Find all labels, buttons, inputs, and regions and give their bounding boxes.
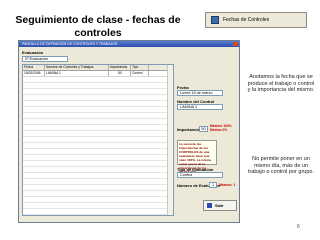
minimo-label: Mínimo 0%: [210, 128, 228, 132]
fecha-field[interactable]: Lunes 15 de marzo: [177, 90, 223, 96]
grid-header-nombre: Nombre de Controles y Trabajos: [45, 65, 109, 70]
slide-title-line1: Seguimiento de clase - fechas de: [15, 14, 181, 26]
window-title: PANTALLA DE DEFINICIÓN DE CONTROLES Y TR…: [22, 42, 118, 46]
exit-icon: [207, 203, 212, 208]
evaluation-select[interactable]: 2ª Evaluación: [22, 56, 68, 62]
close-icon[interactable]: [233, 42, 238, 46]
evaluation-label: Evaluación: [22, 50, 44, 55]
controls-window: PANTALLA DE DEFINICIÓN DE CONTROLES Y TR…: [18, 40, 240, 223]
grid-scrollbar[interactable]: [167, 65, 173, 215]
grid-cell-tipo: Control: [131, 71, 149, 76]
grid-header-fecha: Fecha: [23, 65, 45, 70]
note-dates-importance: Anotamos la fecha que se produce el trab…: [247, 74, 315, 93]
calendar-icon: [211, 16, 219, 24]
nombre-field[interactable]: LÁMINA 1: [177, 104, 223, 110]
controls-grid[interactable]: Fecha Nombre de Controles y Trabajos Imp…: [22, 64, 174, 216]
numero-max-label: Máximo: 1: [219, 183, 236, 187]
grid-cell-importancia: 50: [109, 71, 131, 76]
importancia-label: Importancia: [177, 127, 200, 132]
grid-header-extra: [149, 65, 169, 70]
window-titlebar: PANTALLA DE DEFINICIÓN DE CONTROLES Y TR…: [19, 41, 239, 47]
exit-button[interactable]: Salir: [203, 200, 237, 211]
importancia-field[interactable]: 50: [199, 126, 208, 132]
fechas-controles-label: Fechas de Controles: [223, 17, 270, 23]
exit-label: Salir: [215, 203, 224, 208]
note-one-per-day: No permite poner en un mismo día, más de…: [247, 156, 315, 175]
grid-header-importancia: Importancia: [109, 65, 131, 70]
grid-header-tipo: Tipo: [131, 65, 149, 70]
grid-cell-fecha: 15/02/2006: [23, 71, 45, 76]
grid-cell-nombre: LÁMINA 1: [45, 71, 109, 76]
slide-title: Seguimiento de clase - fechas de control…: [8, 14, 188, 40]
numero-field[interactable]: 1: [209, 182, 217, 188]
grid-cell-extra: [149, 71, 169, 76]
fechas-controles-button[interactable]: Fechas de Controles: [205, 12, 307, 28]
importance-info-box: La suma de las Importancias de los CONTR…: [177, 140, 217, 174]
tipo-select[interactable]: Control: [177, 172, 223, 178]
slide-title-line2: controles: [74, 27, 122, 39]
page-number: 6: [297, 224, 300, 230]
